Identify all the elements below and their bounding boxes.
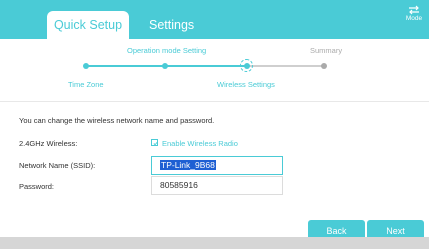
mode-button[interactable]: Mode [400,3,428,22]
step-label-time-zone: Time Zone [68,80,104,89]
tab-quick-setup[interactable]: Quick Setup [47,11,129,39]
step-label-wireless: Wireless Settings [217,80,275,89]
mode-label: Mode [405,15,423,22]
progress-stepper: Operation mode Setting Summary Time Zone… [0,39,429,94]
wireless-label: 2.4GHz Wireless: [19,139,78,148]
ssid-label: Network Name (SSID): [19,161,96,170]
enable-wireless-checkbox[interactable] [151,139,158,146]
ssid-value: TP-Link_9B68 [160,160,216,170]
top-header: Quick Setup Settings Mode [0,0,429,39]
checkmark-icon [153,141,158,145]
intro-text: You can change the wireless network name… [19,116,215,125]
tab-settings[interactable]: Settings [149,11,194,39]
step-dot-summary [321,63,327,69]
step-dot-time-zone [83,63,89,69]
password-value: 80585916 [160,180,198,190]
step-label-summary: Summary [310,46,343,55]
password-label: Password: [19,182,55,191]
ssid-input[interactable]: TP-Link_9B68 [151,156,283,175]
step-dot-wireless-current [240,59,253,72]
divider [0,101,429,102]
step-dot-operation-mode [162,63,168,69]
bottom-bar [0,237,429,249]
progress-track-pending [246,65,324,67]
step-label-operation-mode: Operation mode Setting [127,46,207,55]
enable-wireless-label[interactable]: Enable Wireless Radio [162,139,238,148]
password-input[interactable]: 80585916 [151,176,283,195]
